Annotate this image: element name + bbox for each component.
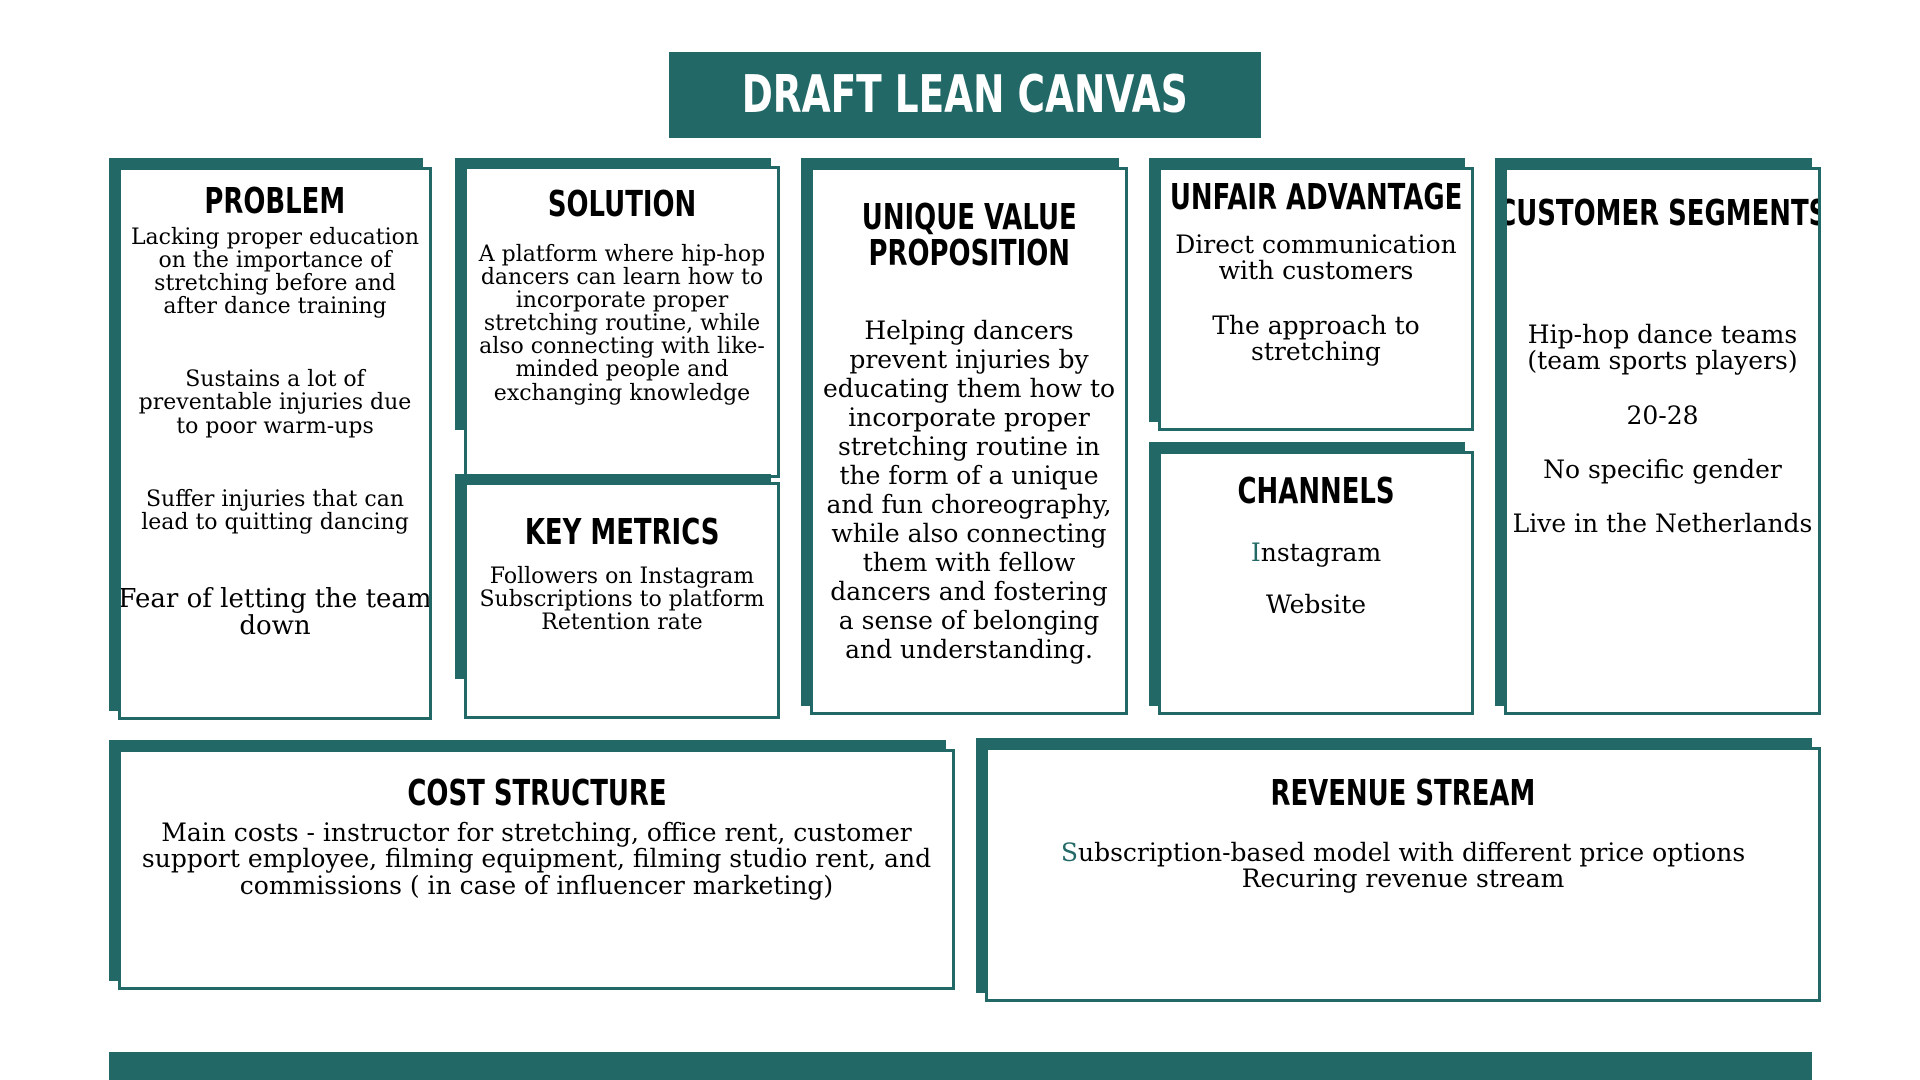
customer-segments-item-4: Live in the Netherlands <box>1512 509 1813 538</box>
problem-item-1: Lacking proper education on the importan… <box>130 225 420 320</box>
title-banner: DRAFT LEAN CANVAS <box>669 52 1261 138</box>
uvp-panel: UNIQUE VALUE PROPOSITION Helping dancers… <box>810 167 1128 715</box>
revenue-stream-card: REVENUE STREAM Subscription-based model … <box>976 738 1821 1002</box>
page-title: DRAFT LEAN CANVAS <box>742 65 1188 125</box>
footer-bar <box>109 1052 1812 1080</box>
unfair-advantage-card: UNFAIR ADVANTAGE Direct communication wi… <box>1149 158 1474 431</box>
unfair-advantage-panel: UNFAIR ADVANTAGE Direct communication wi… <box>1158 167 1474 431</box>
problem-heading: PROBLEM <box>204 181 346 222</box>
channels-item-website: Website <box>1265 590 1367 620</box>
cost-structure-text: Main costs - instructor for stretching, … <box>141 818 932 900</box>
problem-card: PROBLEM Lacking proper education on the … <box>109 158 432 720</box>
revenue-stream-text: Subscription-based model with different … <box>1060 838 1746 894</box>
revenue-stream-heading: REVENUE STREAM <box>1270 773 1536 814</box>
cost-structure-card: COST STRUCTURE Main costs - instructor f… <box>109 740 955 990</box>
solution-card: SOLUTION A platform where hip-hop dancer… <box>455 158 780 478</box>
unfair-advantage-heading: UNFAIR ADVANTAGE <box>1169 177 1463 218</box>
problem-item-4: Fear of letting the team down <box>118 583 432 642</box>
channels-item-instagram: Instagram <box>1250 538 1382 567</box>
problem-item-3: Suffer injuries that can lead to quittin… <box>141 486 409 535</box>
channels-card: CHANNELS Instagram Website <box>1149 442 1474 715</box>
customer-segments-heading: CUSTOMER SEGMENTS <box>1504 193 1821 234</box>
channels-panel: CHANNELS Instagram Website <box>1158 451 1474 715</box>
revenue-stream-panel: REVENUE STREAM Subscription-based model … <box>985 747 1821 1002</box>
solution-panel: SOLUTION A platform where hip-hop dancer… <box>464 166 780 478</box>
uvp-card: UNIQUE VALUE PROPOSITION Helping dancers… <box>801 158 1128 715</box>
problem-item-2: Sustains a lot of preventable injuries d… <box>138 367 412 439</box>
key-metrics-text: Followers on Instagram Subscriptions to … <box>479 564 765 636</box>
customer-segments-item-3: No specific gender <box>1543 454 1782 484</box>
problem-panel: PROBLEM Lacking proper education on the … <box>118 167 432 720</box>
key-metrics-card: KEY METRICS Followers on Instagram Subsc… <box>455 474 780 719</box>
customer-segments-card: CUSTOMER SEGMENTS Hip-hop dance teams (t… <box>1495 158 1821 715</box>
key-metrics-panel: KEY METRICS Followers on Instagram Subsc… <box>464 482 780 719</box>
cost-structure-heading: COST STRUCTURE <box>406 773 667 814</box>
unfair-advantage-item-1: Direct communication with customers <box>1175 230 1457 286</box>
unfair-advantage-item-2: The approach to stretching <box>1212 310 1420 366</box>
channels-heading: CHANNELS <box>1237 471 1395 512</box>
key-metrics-heading: KEY METRICS <box>524 512 720 553</box>
cost-structure-panel: COST STRUCTURE Main costs - instructor f… <box>118 749 955 990</box>
uvp-heading: UNIQUE VALUE PROPOSITION <box>861 197 1077 274</box>
customer-segments-item-1: Hip-hop dance teams (team sports players… <box>1527 320 1798 376</box>
solution-text: A platform where hip-hop dancers can lea… <box>478 242 766 406</box>
customer-segments-item-2: 20-28 <box>1626 400 1699 430</box>
solution-heading: SOLUTION <box>547 184 697 225</box>
uvp-text: Helping dancers prevent injuries by educ… <box>822 316 1116 664</box>
customer-segments-panel: CUSTOMER SEGMENTS Hip-hop dance teams (t… <box>1504 167 1821 715</box>
